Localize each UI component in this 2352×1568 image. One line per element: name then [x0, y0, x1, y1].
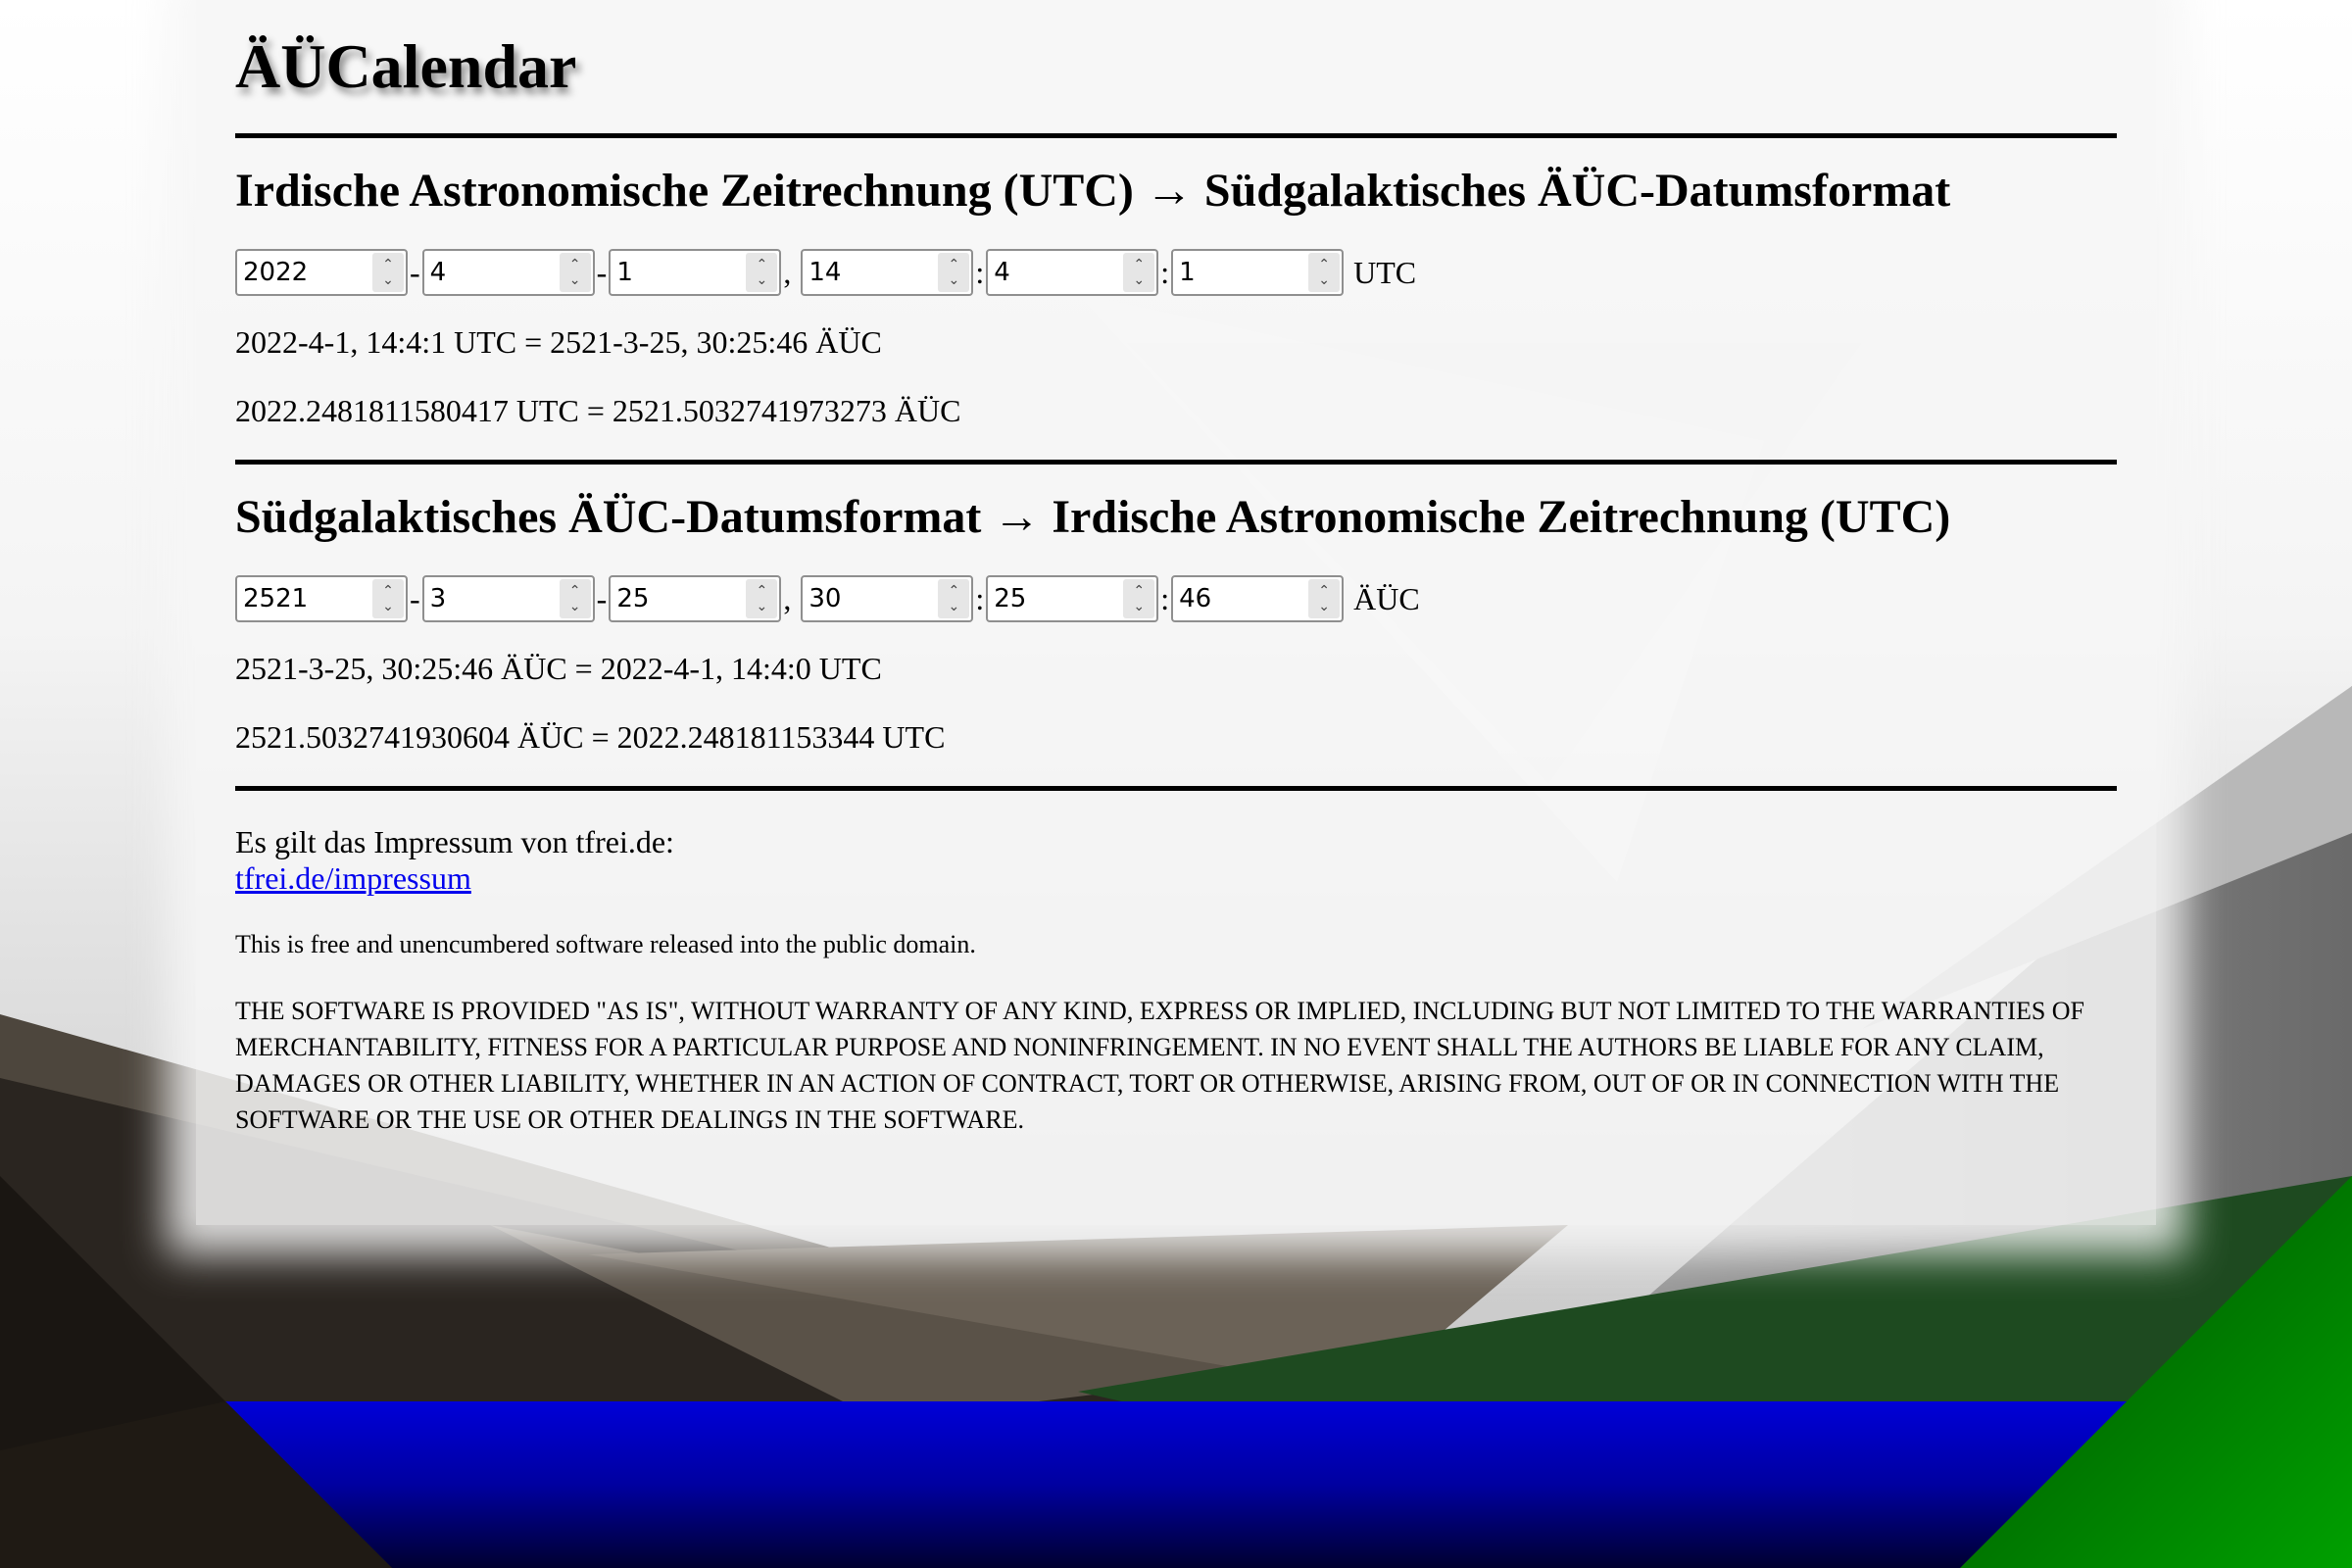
spinner-icon[interactable]: ⌃ ⌄ [746, 579, 778, 618]
spinner-icon[interactable]: ⌃ ⌄ [1308, 579, 1341, 618]
spinner-icon[interactable]: ⌃ ⌄ [1123, 579, 1155, 618]
utc-unit-label: UTC [1353, 254, 1417, 290]
auc-second-field[interactable]: ⌃⌄ [1171, 575, 1345, 622]
utc-result-datetime: 2022-4-1, 14:4:1 UTC = 2521-3-25, 30:25:… [235, 324, 882, 360]
auc-month-field[interactable]: ⌃⌄ [421, 575, 595, 622]
utc-second-field[interactable]: ⌃⌄ [1171, 249, 1345, 296]
impressum-link[interactable]: tfrei.de/impressum [235, 860, 471, 896]
utc-hour-field[interactable]: ⌃⌄ [801, 249, 974, 296]
impressum-text: Es gilt das Impressum von tfrei.de: [235, 824, 674, 859]
utc-month-field[interactable]: ⌃⌄ [421, 249, 595, 296]
utc-minute-field[interactable]: ⌃⌄ [986, 249, 1159, 296]
auc-input-row: ⌃⌄ - ⌃⌄ - ⌃⌄ , ⌃⌄ : ⌃⌄ : ⌃⌄ ÄÜC [235, 574, 2117, 623]
auc-unit-label: ÄÜC [1353, 580, 1420, 616]
license-disclaimer: THE SOFTWARE IS PROVIDED "AS IS", WITHOU… [235, 997, 2085, 1134]
separator: : [975, 580, 985, 616]
auc-hour-field[interactable]: ⌃⌄ [801, 575, 974, 622]
auc-to-utc-heading: Südgalaktisches ÄÜC-Datumsformat → Irdis… [235, 491, 1951, 543]
spinner-icon[interactable]: ⌃ ⌄ [746, 253, 778, 292]
auc-year-field[interactable]: ⌃⌄ [235, 575, 408, 622]
spinner-icon[interactable]: ⌃ ⌄ [372, 579, 404, 618]
separator: - [410, 580, 420, 616]
auc-minute-field[interactable]: ⌃⌄ [986, 575, 1159, 622]
spinner-icon[interactable]: ⌃ ⌄ [1308, 253, 1341, 292]
spinner-icon[interactable]: ⌃ ⌄ [559, 253, 591, 292]
spinner-icon[interactable]: ⌃ ⌄ [1123, 253, 1155, 292]
utc-input-row: ⌃⌄ - ⌃⌄ - ⌃⌄ , ⌃⌄ : ⌃⌄ : ⌃⌄ UTC [235, 248, 2117, 297]
impressum-block: Es gilt das Impressum von tfrei.de: tfre… [235, 824, 2117, 897]
spinner-icon[interactable]: ⌃ ⌄ [938, 253, 970, 292]
separator: - [410, 254, 420, 290]
separator: : [975, 254, 985, 290]
separator: , [783, 254, 792, 290]
spinner-icon[interactable]: ⌃ ⌄ [559, 579, 591, 618]
license-line: This is free and unencumbered software r… [235, 930, 976, 958]
auc-result-decimal: 2521.5032741930604 ÄÜC = 2022.2481811533… [235, 719, 946, 755]
auc-day-field[interactable]: ⌃⌄ [609, 575, 782, 622]
separator: : [1160, 254, 1170, 290]
separator: , [783, 580, 792, 616]
divider [235, 786, 2117, 791]
separator: - [596, 254, 608, 290]
main-content: ÄÜCalendar Irdische Astronomische Zeitre… [235, 0, 2117, 1138]
divider [235, 133, 2117, 138]
spinner-icon[interactable]: ⌃ ⌄ [372, 253, 404, 292]
utc-year-field[interactable]: ⌃⌄ [235, 249, 408, 296]
spinner-icon[interactable]: ⌃ ⌄ [938, 579, 970, 618]
utc-day-field[interactable]: ⌃⌄ [609, 249, 782, 296]
separator: - [596, 580, 608, 616]
utc-result-decimal: 2022.2481811580417 UTC = 2521.5032741973… [235, 393, 961, 428]
separator: : [1160, 580, 1170, 616]
auc-result-datetime: 2521-3-25, 30:25:46 ÄÜC = 2022-4-1, 14:4… [235, 651, 882, 686]
page-title: ÄÜCalendar [235, 31, 577, 101]
utc-to-auc-heading: Irdische Astronomische Zeitrechnung (UTC… [235, 165, 1951, 217]
divider [235, 460, 2117, 465]
